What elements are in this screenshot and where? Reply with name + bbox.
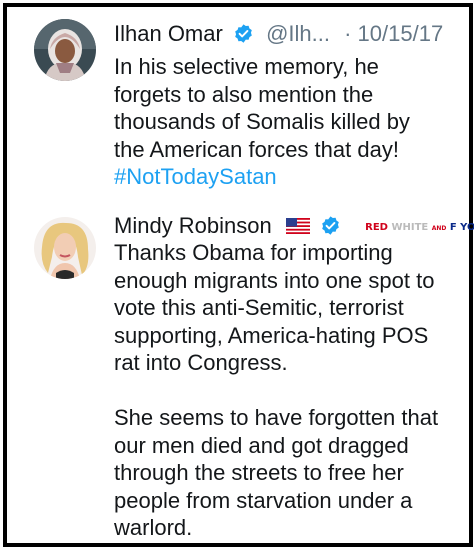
banner-fyou: F YOU! <box>449 222 474 233</box>
tweet-text: Thanks Obama for importing enough migran… <box>114 239 461 542</box>
tweet-text-line: vote this anti-Semitic, terrorist <box>114 295 404 320</box>
hashtag-link[interactable]: #NotTodaySatan <box>114 163 461 191</box>
tweet-text-line: supporting, America-hating POS <box>114 322 429 348</box>
tweet-text-line: thousands of Somalis killed by <box>114 109 410 134</box>
banner-white: WHITE <box>391 222 429 233</box>
profile-banner-text: RED WHITE AND F YOU! <box>365 215 474 242</box>
tweet-header: Mindy Robinson RED WHITE AND F YOU! <box>114 213 474 242</box>
tweet-text: In his selective memory, he forgets to a… <box>114 53 461 191</box>
tweet-header: Ilhan Omar @Ilh... · 10/15/17 <box>114 21 461 47</box>
screenshot-frame: Ilhan Omar @Ilh... · 10/15/17 In his sel… <box>3 3 474 547</box>
tweet-text-line: She seems to have forgotten that <box>114 405 439 430</box>
tweet-text-line: rat into Congress. <box>114 350 288 375</box>
banner-red: RED <box>365 222 388 233</box>
tweet-date[interactable]: · 10/15/17 <box>344 21 443 46</box>
tweet-ilhan-omar[interactable]: Ilhan Omar @Ilh... · 10/15/17 In his sel… <box>7 7 469 199</box>
banner-and: AND <box>431 225 447 232</box>
us-flag-emoji <box>285 218 310 234</box>
author-handle[interactable]: @Ilh... <box>266 21 330 46</box>
tweet-text-line: enough migrants into one spot to <box>114 267 435 293</box>
verified-badge-icon <box>322 216 339 235</box>
tweet-text-line: through the streets to free her <box>114 460 404 485</box>
author-name[interactable]: Mindy Robinson <box>114 213 272 238</box>
avatar[interactable] <box>34 217 96 279</box>
tweet-text-line: warlord. <box>114 515 193 540</box>
avatar[interactable] <box>34 19 96 81</box>
tweet-text-line: In his selective memory, he <box>114 54 379 79</box>
tweet-text-line: Thanks Obama for importing <box>114 240 393 265</box>
verified-badge-icon <box>235 24 252 43</box>
tweet-mindy-robinson[interactable]: Mindy Robinson RED WHITE AND F YOU! Than… <box>7 199 474 543</box>
tweet-text-line: people from starvation under a <box>114 487 413 513</box>
tweet-text-line: forgets to also mention the <box>114 81 374 107</box>
tweet-text-line: our men died and got dragged <box>114 432 409 458</box>
tweet-text-line: the American forces that day! <box>114 136 399 162</box>
author-name[interactable]: Ilhan Omar <box>114 21 223 46</box>
